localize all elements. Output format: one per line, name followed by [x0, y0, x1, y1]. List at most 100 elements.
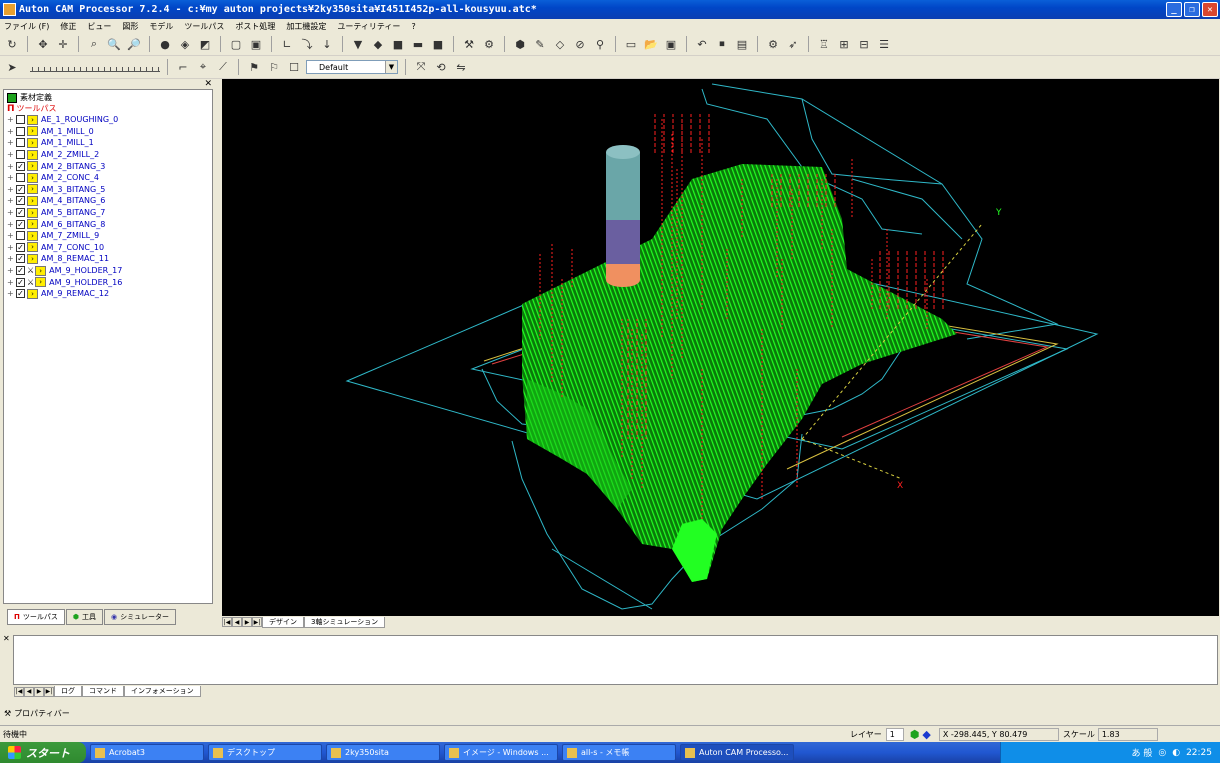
expand-icon[interactable]: + — [7, 115, 16, 124]
arc-icon[interactable]: ⤵ — [299, 36, 315, 52]
tree-item[interactable]: + ✓ › AM_7_CONC_10 — [7, 242, 209, 254]
menu-file[interactable]: ファイル (F) — [4, 21, 49, 32]
layer-green-icon[interactable]: ⬢ — [910, 728, 920, 741]
close-button[interactable]: ✕ — [1202, 2, 1218, 17]
tree-item[interactable]: + › AM_7_ZMILL_9 — [7, 230, 209, 242]
tree-item[interactable]: + › AM_1_MILL_0 — [7, 126, 209, 138]
stock-icon[interactable]: ⬢ — [512, 36, 528, 52]
tree-item[interactable]: + ✓ ⚔ › AM_9_HOLDER_17 — [7, 265, 209, 277]
shape-icon[interactable]: ■ — [390, 36, 406, 52]
render-icon[interactable]: ◩ — [197, 36, 213, 52]
prev-tab-icon[interactable]: ◀ — [24, 686, 34, 697]
machine-icon[interactable]: ⚙ — [765, 36, 781, 52]
tree-item[interactable]: + ✓ ⚔ › AM_9_HOLDER_16 — [7, 276, 209, 288]
menu-toolpath[interactable]: ツールパス — [184, 21, 224, 32]
list-icon[interactable]: ☰ — [876, 36, 892, 52]
next-tab-icon[interactable]: ▶ — [34, 686, 44, 697]
tab-simulator[interactable]: ◉ シミュレーター — [103, 609, 176, 625]
last-tab-icon[interactable]: ▶| — [252, 617, 262, 627]
box-icon[interactable]: ■ — [430, 36, 446, 52]
edit-path-icon[interactable]: ✎ — [532, 36, 548, 52]
prev-tab-icon[interactable]: ◀ — [232, 617, 242, 627]
property-bar[interactable]: ⚒ プロパティバー — [0, 705, 1220, 721]
pan-icon[interactable]: ✥ — [35, 36, 51, 52]
surface-icon[interactable]: ▼ — [350, 36, 366, 52]
expand-icon[interactable]: + — [7, 127, 16, 136]
line-icon[interactable]: ∟ — [279, 36, 295, 52]
tab-tool[interactable]: ⬢ 工具 — [65, 609, 103, 625]
flag-icon[interactable]: ⚑ — [246, 59, 262, 75]
expand-icon[interactable]: + — [7, 208, 16, 217]
visibility-checkbox[interactable]: ✓ — [16, 161, 25, 171]
tab-command[interactable]: コマンド — [82, 686, 124, 697]
menu-view[interactable]: ビュー — [87, 21, 111, 32]
expand-icon[interactable]: + — [7, 278, 16, 287]
console-icon[interactable]: ▤ — [734, 36, 750, 52]
expand-icon[interactable]: + — [7, 266, 16, 275]
taskbar-button[interactable]: all-s - メモ帳 — [562, 744, 676, 761]
visibility-checkbox[interactable]: ✓ — [16, 196, 25, 206]
expand-icon[interactable]: + — [7, 185, 16, 194]
menu-model[interactable]: モデル — [149, 21, 173, 32]
visibility-checkbox[interactable]: ✓ — [16, 219, 25, 229]
expand-icon[interactable]: + — [7, 162, 16, 171]
output-close-icon[interactable]: ✕ — [3, 634, 10, 643]
unlock-icon[interactable]: ▣ — [248, 36, 264, 52]
volume-icon[interactable]: ◐ — [1172, 748, 1180, 758]
zoom-in-icon[interactable]: 🔍 — [106, 36, 122, 52]
next-tab-icon[interactable]: ▶ — [242, 617, 252, 627]
expand-icon[interactable]: + — [7, 231, 16, 240]
menu-geometry[interactable]: 図形 — [122, 21, 138, 32]
visibility-checkbox[interactable] — [16, 231, 25, 241]
start-button[interactable]: スタート — [0, 742, 86, 763]
menu-post[interactable]: ポスト処理 — [235, 21, 275, 32]
delete-icon[interactable]: ⊘ — [572, 36, 588, 52]
new-file-icon[interactable]: ▭ — [623, 36, 639, 52]
minimize-button[interactable]: _ — [1166, 2, 1182, 17]
trim-icon[interactable]: ⚲ — [592, 36, 608, 52]
visibility-checkbox[interactable]: ✓ — [16, 208, 25, 218]
stop-icon[interactable]: ⏹ — [714, 36, 730, 52]
panel-close-icon[interactable]: ✕ — [204, 79, 212, 89]
tree-item[interactable]: + ✓ › AM_3_BITANG_5 — [7, 184, 209, 196]
taskbar-button[interactable]: Auton CAM Processo... — [680, 744, 794, 761]
solid-icon[interactable]: ◆ — [370, 36, 386, 52]
visibility-checkbox[interactable]: ✓ — [16, 184, 25, 194]
menu-utility[interactable]: ユーティリティー — [337, 21, 400, 32]
tree-item[interactable]: + › AM_2_CONC_4 — [7, 172, 209, 184]
tree-item[interactable]: + ✓ › AM_6_BITANG_8 — [7, 218, 209, 230]
visibility-checkbox[interactable]: ✓ — [16, 289, 25, 299]
tool-icon[interactable]: ⚒ — [461, 36, 477, 52]
expand-icon[interactable]: + — [7, 254, 16, 263]
last-tab-icon[interactable]: ▶| — [44, 686, 54, 697]
zoom-window-icon[interactable]: ⌕ — [86, 36, 102, 52]
visibility-checkbox[interactable]: ✓ — [16, 242, 25, 252]
tab-information[interactable]: インフォメーション — [124, 686, 201, 697]
tab-log[interactable]: ログ — [54, 686, 82, 697]
stock-definition-node[interactable]: 素材定義 — [7, 92, 209, 103]
menu-machine[interactable]: 加工機設定 — [286, 21, 326, 32]
visibility-checkbox[interactable] — [16, 173, 25, 183]
tree-item[interactable]: + › AE_1_ROUGHING_0 — [7, 114, 209, 126]
expand-icon[interactable]: + — [7, 138, 16, 147]
toolpath-root-node[interactable]: Π ツールパス — [7, 103, 209, 114]
block-icon[interactable]: ▬ — [410, 36, 426, 52]
expand-icon[interactable]: + — [7, 150, 16, 159]
first-tab-icon[interactable]: |◀ — [222, 617, 232, 627]
move-icon[interactable]: ✛ — [55, 36, 71, 52]
rocket-icon[interactable]: ➶ — [785, 36, 801, 52]
wireframe-icon[interactable]: ◈ — [177, 36, 193, 52]
visibility-checkbox[interactable]: ✓ — [16, 266, 25, 276]
layer-combo[interactable]: Default ▼ — [306, 60, 398, 74]
ime-indicator[interactable]: あ 般 — [1131, 746, 1152, 759]
path-icon[interactable]: ⚙ — [481, 36, 497, 52]
expand-icon[interactable]: + — [7, 196, 16, 205]
expand-icon[interactable]: + — [7, 173, 16, 182]
checkbox-icon[interactable]: ☐ — [286, 59, 302, 75]
output-text-area[interactable] — [13, 635, 1218, 685]
tree-item[interactable]: + › AM_2_ZMILL_2 — [7, 149, 209, 161]
zoom-out-icon[interactable]: 🔎 — [126, 36, 142, 52]
expand-icon[interactable]: + — [7, 220, 16, 229]
lock-icon[interactable]: ▢ — [228, 36, 244, 52]
first-tab-icon[interactable]: |◀ — [14, 686, 24, 697]
